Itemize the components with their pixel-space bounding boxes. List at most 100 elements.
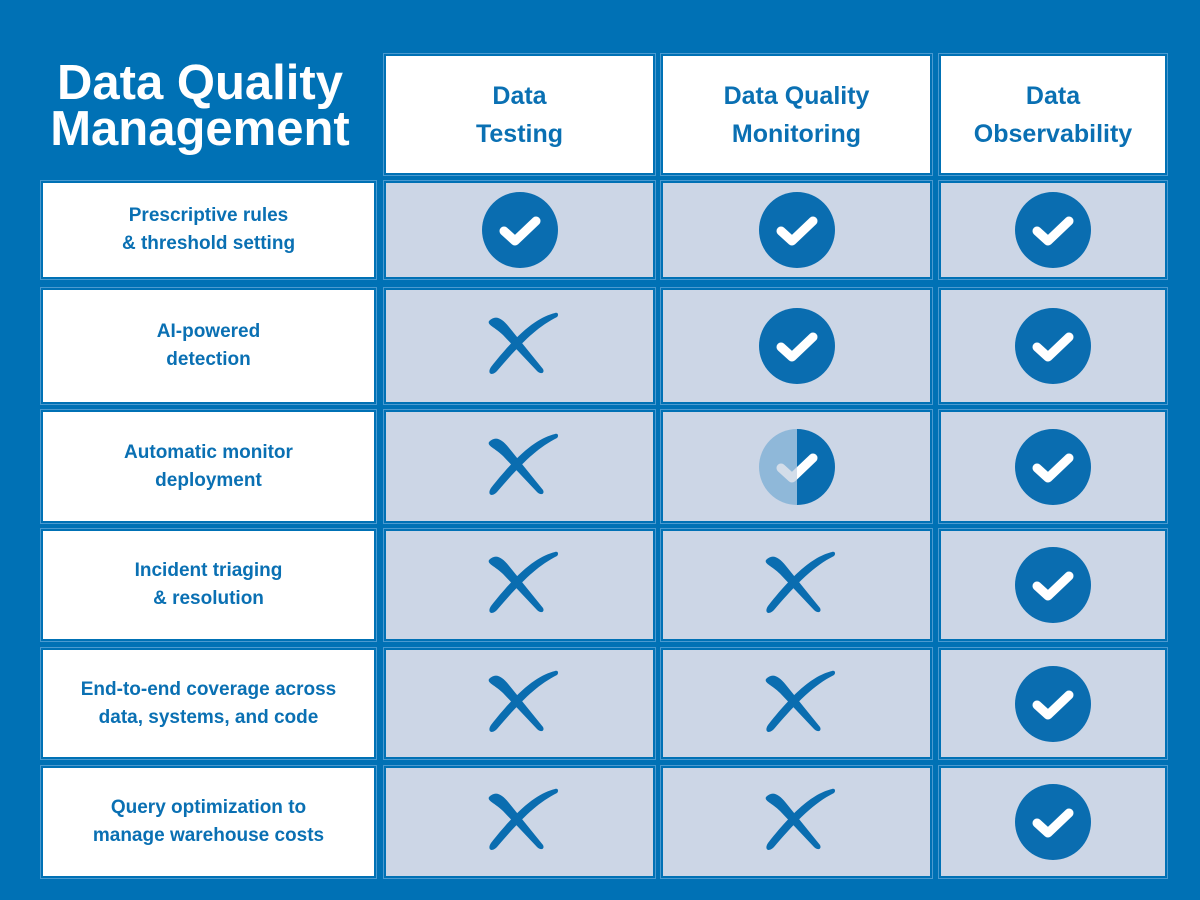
title-line-2: Management: [50, 102, 350, 156]
row-label-line-1: AI-powered: [156, 321, 261, 342]
row-label-line-2: & resolution: [153, 588, 264, 609]
table-cell-r6-c3: [938, 765, 1168, 879]
table-cell-r5-c3: [938, 647, 1168, 760]
check-circle-icon: [1015, 784, 1091, 860]
column-header-1: Data Testing: [383, 53, 656, 176]
table-cell-r3-c2: [660, 409, 933, 524]
row-label-text: Automatic monitor deployment: [124, 439, 293, 495]
table-cell-r5-c2: [660, 647, 933, 760]
table-cell-r4-c1: [383, 528, 656, 642]
table-cell-r5-c1-content: [386, 650, 653, 757]
column-header-1-content: Data Testing: [386, 56, 653, 173]
row-label-line-1: Prescriptive rules: [128, 205, 289, 226]
column-header-text: Data Quality Monitoring: [724, 77, 870, 153]
row-label-line-2: data, systems, and code: [98, 706, 319, 728]
page-title: Data Quality Management: [0, 56, 400, 156]
row-label-text: Incident triaging & resolution: [135, 557, 283, 613]
table-cell-r4-c2-content: [663, 531, 930, 639]
table-cell-r1-c2: [660, 180, 933, 280]
column-header-3-content: Data Observability: [941, 56, 1165, 173]
cross-icon: [488, 312, 558, 374]
row-label-text: Prescriptive rules & threshold setting: [122, 202, 295, 258]
row-label-line-2: detection: [166, 349, 251, 370]
table-cell-r1-c1: [383, 180, 656, 280]
row-label-line-2: deployment: [155, 469, 262, 491]
row-label-text: End-to-end coverage across data, systems,…: [81, 676, 337, 732]
check-circle-icon: [1015, 665, 1091, 742]
table-cell-r2-c1: [383, 287, 656, 405]
check-circle-icon: [758, 308, 835, 384]
row-label-line-2: manage warehouse costs: [92, 825, 325, 846]
table-cell-r6-c2-content: [663, 768, 930, 876]
row-label-1-content: Prescriptive rules & threshold setting: [43, 183, 374, 277]
row-label-line-2: & threshold setting: [121, 233, 296, 254]
column-header-line-1: Data: [1025, 81, 1081, 110]
check-circle-icon: [1015, 192, 1091, 268]
row-label-3-content: Automatic monitor deployment: [43, 412, 374, 521]
column-header-line-2: Testing: [475, 119, 564, 148]
table-cell-r3-c3: [938, 409, 1168, 524]
column-header-3: Data Observability: [938, 53, 1168, 176]
row-label-text: AI-powered detection: [157, 318, 260, 374]
table-cell-r2-c2-content: [663, 290, 930, 402]
table-cell-r2-c3-content: [941, 290, 1165, 402]
table-cell-r4-c3: [938, 528, 1168, 642]
row-label-5-content: End-to-end coverage across data, systems,…: [43, 650, 374, 757]
row-label-3: Automatic monitor deployment: [40, 409, 377, 524]
row-label-5: End-to-end coverage across data, systems,…: [40, 647, 377, 760]
row-label-1: Prescriptive rules & threshold setting: [40, 180, 377, 280]
table-cell-r3-c1: [383, 409, 656, 524]
title-line-1: Data Quality: [57, 56, 343, 110]
row-label-2-content: AI-powered detection: [43, 290, 374, 402]
row-label-text: Query optimization to manage warehouse co…: [93, 794, 324, 850]
column-header-line-1: Data: [492, 81, 547, 110]
row-label-6-content: Query optimization to manage warehouse co…: [43, 768, 374, 876]
check-circle-icon: [1015, 308, 1091, 384]
row-label-line-1: Query optimization to: [110, 797, 307, 818]
check-circle-icon: [1015, 547, 1091, 623]
cross-icon: [765, 788, 835, 850]
table-cell-r2-c1-content: [386, 290, 653, 402]
table-cell-r5-c2-content: [663, 650, 930, 757]
column-header-line-2: Observability: [973, 119, 1133, 148]
cross-icon: [488, 433, 558, 495]
table-cell-r6-c2: [660, 765, 933, 879]
table-cell-r5-c1: [383, 647, 656, 760]
check-circle-icon: [758, 192, 835, 268]
table-cell-r1-c2-content: [663, 183, 930, 277]
table-cell-r3-c1-content: [386, 412, 653, 521]
cross-icon: [765, 551, 835, 613]
row-label-line-1: Automatic monitor: [124, 441, 293, 463]
row-label-line-1: Incident triaging: [134, 560, 283, 581]
column-header-line-2: Monitoring: [731, 119, 862, 148]
column-header-text: Data Testing: [476, 77, 563, 153]
cross-icon: [488, 551, 558, 613]
check-circle-icon: [1015, 428, 1091, 505]
row-label-6: Query optimization to manage warehouse co…: [40, 765, 377, 879]
column-header-text: Data Observability: [974, 77, 1132, 153]
row-label-4-content: Incident triaging & resolution: [43, 531, 374, 639]
cross-icon: [488, 670, 558, 732]
table-cell-r4-c3-content: [941, 531, 1165, 639]
table-cell-r2-c2: [660, 287, 933, 405]
table-cell-r2-c3: [938, 287, 1168, 405]
table-cell-r1-c3-content: [941, 183, 1165, 277]
table-cell-r1-c1-content: [386, 183, 653, 277]
partial-check-circle-icon: [758, 428, 835, 505]
table-cell-r6-c1-content: [386, 768, 653, 876]
row-label-2: AI-powered detection: [40, 287, 377, 405]
row-label-line-1: End-to-end coverage across: [80, 678, 337, 700]
cross-icon: [765, 670, 835, 732]
table-cell-r5-c3-content: [941, 650, 1165, 757]
column-header-2: Data Quality Monitoring: [660, 53, 933, 176]
row-label-4: Incident triaging & resolution: [40, 528, 377, 642]
check-circle-icon: [481, 192, 558, 268]
table-cell-r1-c3: [938, 180, 1168, 280]
table-cell-r3-c2-content: [663, 412, 930, 521]
column-header-line-1: Data Quality: [723, 81, 870, 110]
table-cell-r3-c3-content: [941, 412, 1165, 521]
cross-icon: [488, 788, 558, 850]
table-cell-r6-c3-content: [941, 768, 1165, 876]
column-header-2-content: Data Quality Monitoring: [663, 56, 930, 173]
table-cell-r6-c1: [383, 765, 656, 879]
